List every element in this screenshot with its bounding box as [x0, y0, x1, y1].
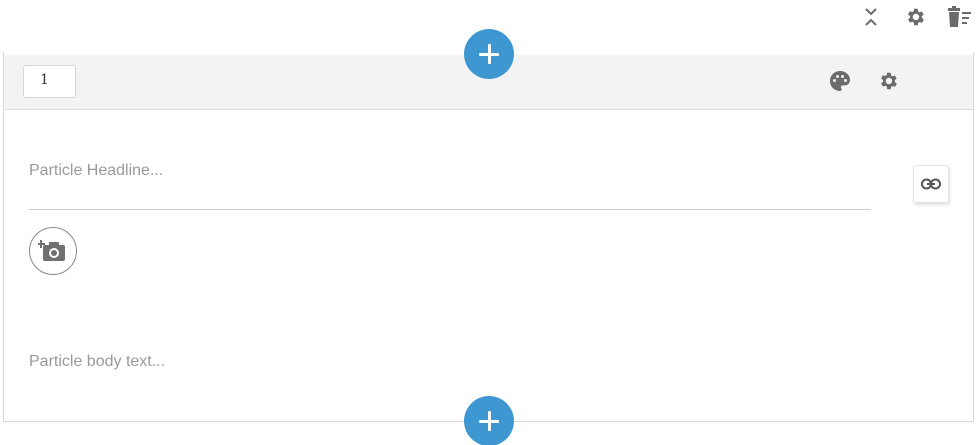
link-icon	[921, 178, 941, 190]
block-toolbar	[858, 4, 972, 30]
particle-block: 1 Particle Headline... Particle body tex…	[3, 52, 974, 422]
palette-icon[interactable]	[827, 68, 853, 94]
block-number-field[interactable]: 1	[23, 65, 76, 98]
block-header-tools	[827, 68, 901, 94]
add-block-below-button[interactable]	[464, 396, 514, 445]
particle-editor: 1 Particle Headline... Particle body tex…	[0, 0, 980, 445]
delete-icon[interactable]	[946, 4, 972, 30]
add-block-above-button[interactable]	[464, 29, 514, 79]
body-text-input[interactable]: Particle body text...	[29, 353, 165, 371]
link-button[interactable]	[913, 165, 949, 203]
headline-input[interactable]: Particle Headline...	[29, 160, 871, 210]
settings-icon[interactable]	[875, 68, 901, 94]
settings-icon[interactable]	[902, 4, 928, 30]
collapse-expand-icon[interactable]	[858, 4, 884, 30]
add-image-button[interactable]	[29, 227, 77, 275]
add-photo-icon	[38, 240, 65, 261]
